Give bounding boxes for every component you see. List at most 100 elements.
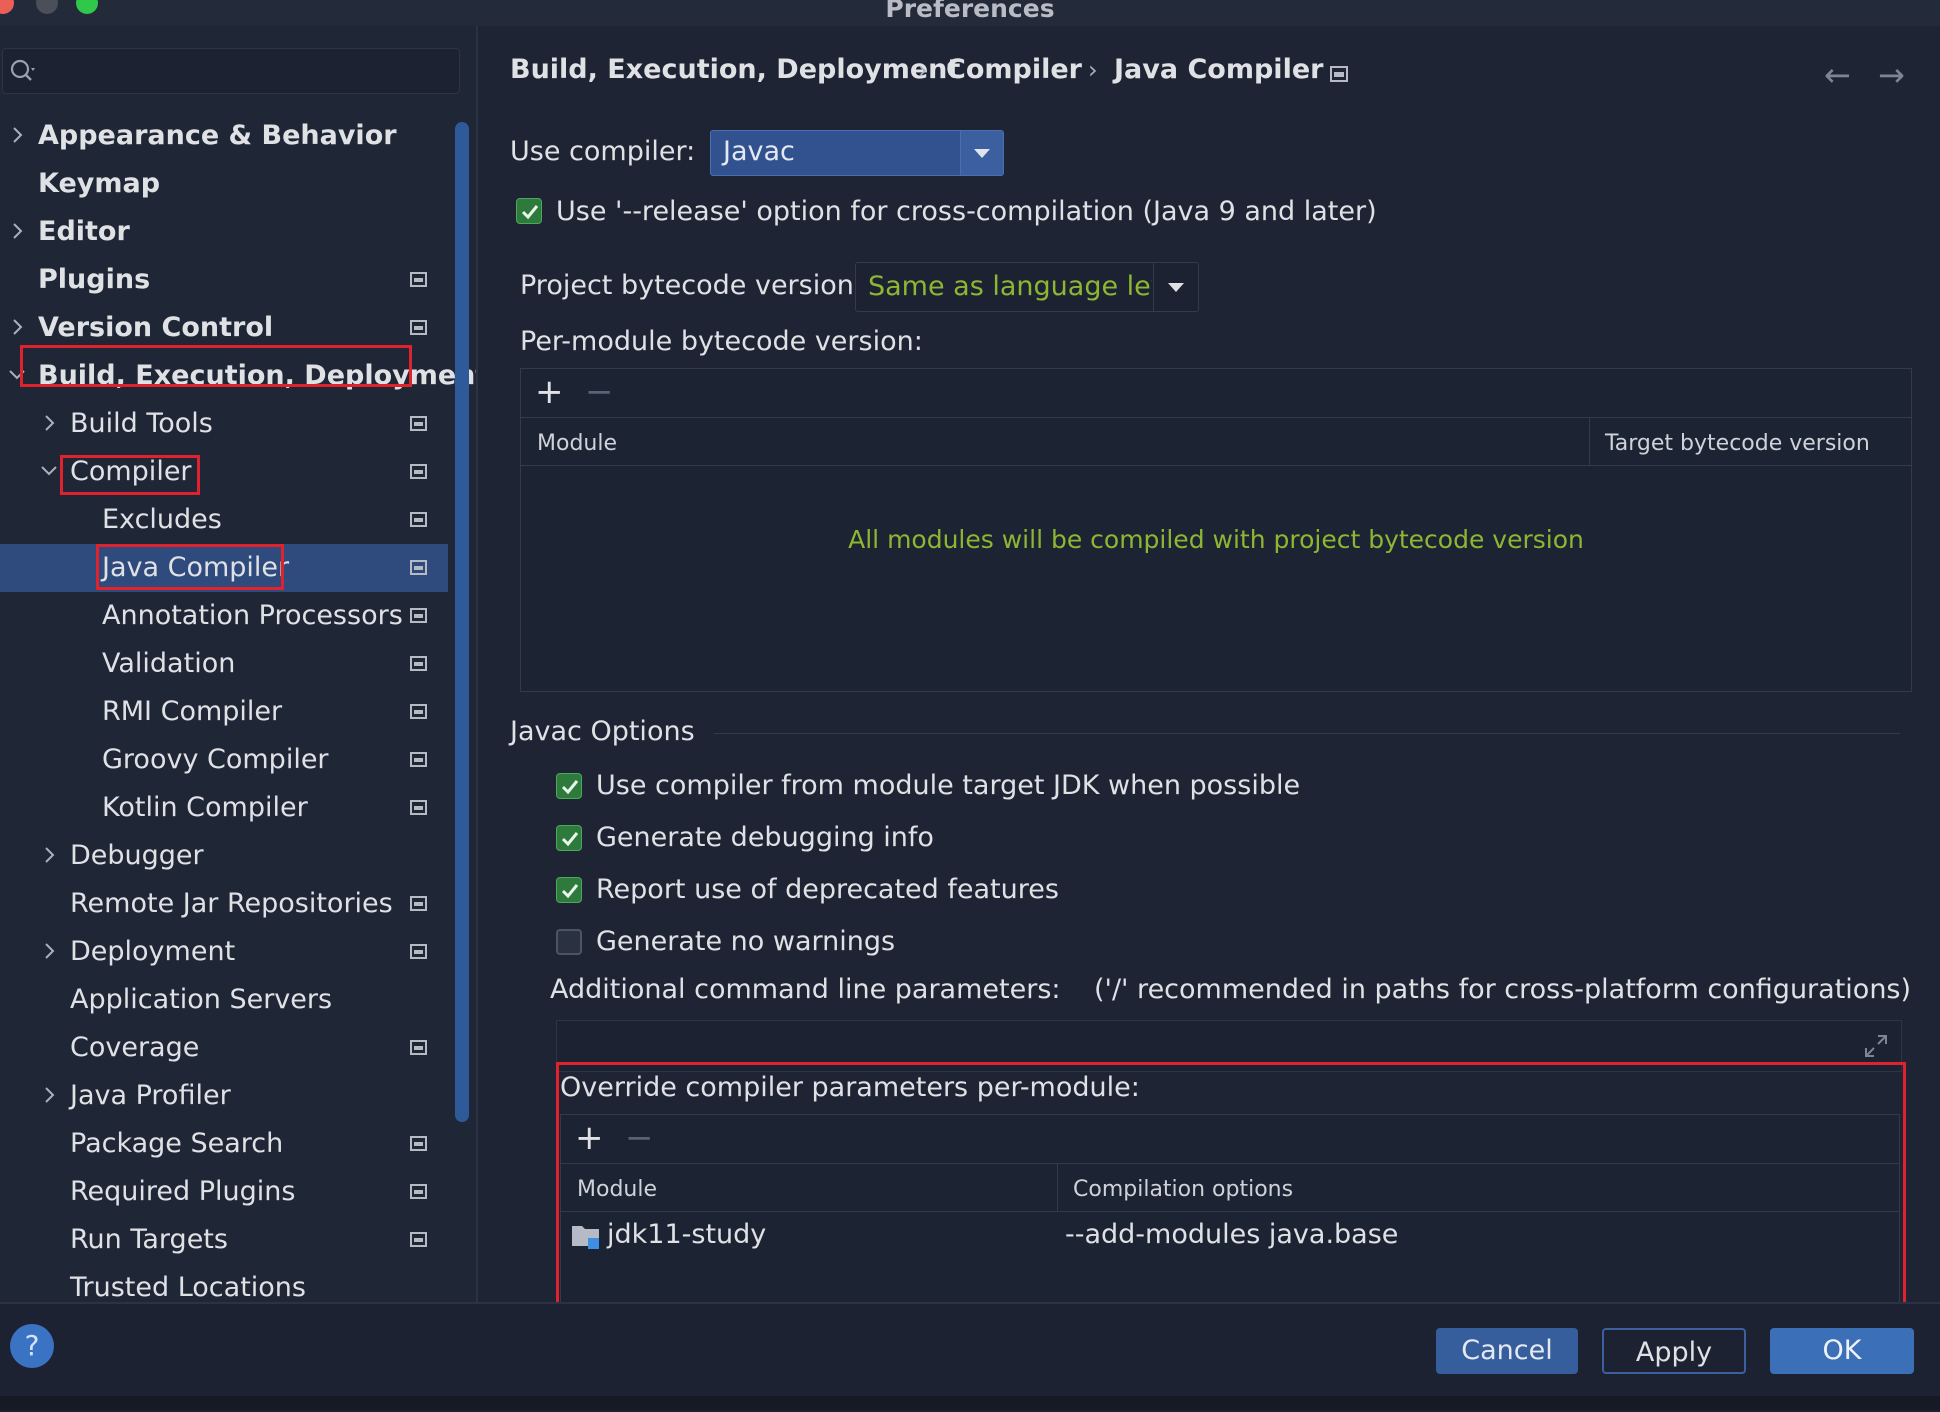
deprecated-features-checkbox[interactable] [556, 877, 582, 903]
arrow-left-icon[interactable]: ← [1824, 56, 1851, 94]
settings-search-input[interactable] [2, 48, 460, 94]
sidebar-item-remote-jar-repositories[interactable]: Remote Jar Repositories [0, 880, 448, 928]
sidebar-item-excludes[interactable]: Excludes [0, 496, 448, 544]
project-scope-icon [410, 656, 427, 671]
chevron-right-icon[interactable] [8, 222, 26, 240]
sidebar-item-label: Required Plugins [70, 1176, 296, 1207]
breadcrumb-separator: › [918, 56, 928, 84]
sidebar-item-package-search[interactable]: Package Search [0, 1120, 448, 1168]
sidebar-item-label: Run Targets [70, 1224, 228, 1255]
project-scope-icon [410, 896, 427, 911]
project-scope-icon [410, 512, 427, 527]
sidebar-item-label: Application Servers [70, 984, 333, 1015]
chevron-right-icon[interactable] [40, 846, 58, 864]
sidebar-item-label: Java Profiler [70, 1080, 231, 1111]
expand-icon[interactable] [1863, 1033, 1889, 1059]
sidebar-item-rmi-compiler[interactable]: RMI Compiler [0, 688, 448, 736]
sidebar-item-label: Plugins [38, 264, 151, 295]
project-scope-icon [410, 608, 427, 623]
sidebar-scrollbar[interactable] [455, 122, 469, 1122]
sidebar-item-groovy-compiler[interactable]: Groovy Compiler [0, 736, 448, 784]
project-scope-icon [410, 944, 427, 959]
check-icon [561, 780, 579, 795]
table-divider [521, 465, 1911, 466]
use-compiler-select[interactable]: Javac [710, 130, 1004, 176]
no-warnings-label: Generate no warnings [596, 926, 896, 957]
use-target-jdk-checkbox[interactable] [556, 773, 582, 799]
project-scope-icon [410, 560, 427, 575]
breadcrumb-item: Java Compiler [1114, 54, 1324, 85]
sidebar-item-label: RMI Compiler [102, 696, 283, 727]
window-title: Preferences [885, 0, 1055, 23]
chevron-right-icon[interactable] [40, 942, 58, 960]
sidebar-item-editor[interactable]: Editor [0, 208, 448, 256]
chevron-down-icon[interactable] [40, 462, 58, 480]
highlight-override-params [556, 1062, 1906, 1316]
sidebar-item-validation[interactable]: Validation [0, 640, 448, 688]
highlight-build-execution [20, 345, 412, 387]
sidebar-item-appearance-behavior[interactable]: Appearance & Behavior [0, 112, 448, 160]
arrow-right-icon[interactable]: → [1878, 56, 1905, 94]
sidebar-item-annotation-processors[interactable]: Annotation Processors [0, 592, 448, 640]
chevron-right-icon[interactable] [8, 318, 26, 336]
per-module-bytecode-table: + − Module Target bytecode version All m… [520, 368, 1912, 692]
sidebar-item-label: Coverage [70, 1032, 200, 1063]
project-scope-icon [410, 1136, 427, 1151]
sidebar-item-label: Appearance & Behavior [38, 120, 397, 151]
use-compiler-value: Javac [723, 136, 795, 167]
project-scope-icon [410, 752, 427, 767]
deprecated-features-label: Report use of deprecated features [596, 874, 1059, 905]
sidebar-item-label: Package Search [70, 1128, 284, 1159]
sidebar-item-debugger[interactable]: Debugger [0, 832, 448, 880]
settings-sidebar: Appearance & Behavior Keymap Editor Plugins… [0, 26, 478, 1302]
check-icon [521, 205, 539, 220]
sidebar-item-deployment[interactable]: Deployment [0, 928, 448, 976]
project-scope-icon [410, 464, 427, 479]
sidebar-item-label: Editor [38, 216, 130, 247]
column-divider [1589, 417, 1590, 465]
debugging-info-checkbox[interactable] [556, 825, 582, 851]
project-scope-icon [410, 1232, 427, 1247]
sidebar-item-coverage[interactable]: Coverage [0, 1024, 448, 1072]
chevron-right-icon[interactable] [8, 126, 26, 144]
sidebar-item-run-targets[interactable]: Run Targets [0, 1216, 448, 1264]
additional-params-hint: ('/' recommended in paths for cross-plat… [1094, 974, 1912, 1005]
column-header-module[interactable]: Module [537, 431, 617, 456]
highlight-java-compiler [96, 544, 284, 590]
sidebar-item-plugins[interactable]: Plugins [0, 256, 448, 304]
chevron-right-icon[interactable] [40, 1086, 58, 1104]
breadcrumb-item[interactable]: Compiler [946, 54, 1082, 85]
sidebar-item-required-plugins[interactable]: Required Plugins [0, 1168, 448, 1216]
check-icon [561, 832, 579, 847]
plus-icon[interactable]: + [535, 375, 564, 409]
breadcrumb-item[interactable]: Build, Execution, Deployment [510, 54, 960, 85]
sidebar-item-trusted-locations[interactable]: Trusted Locations [0, 1264, 448, 1302]
apply-button[interactable]: Apply [1602, 1328, 1746, 1374]
sidebar-item-label: Build Tools [70, 408, 213, 439]
chevron-right-icon[interactable] [40, 414, 58, 432]
help-button[interactable]: ? [10, 1324, 54, 1368]
cancel-button[interactable]: Cancel [1436, 1328, 1578, 1374]
project-scope-icon [410, 1040, 427, 1055]
minus-icon: − [585, 372, 614, 412]
release-option-checkbox[interactable] [516, 198, 542, 224]
project-scope-icon [410, 1184, 427, 1199]
sidebar-item-label: Deployment [70, 936, 236, 967]
project-scope-icon [410, 320, 427, 335]
sidebar-item-keymap[interactable]: Keymap [0, 160, 448, 208]
section-separator [714, 733, 1900, 734]
ok-button[interactable]: OK [1770, 1328, 1914, 1374]
bytecode-version-select[interactable]: Same as language level [855, 262, 1199, 312]
sidebar-item-label: Debugger [70, 840, 204, 871]
sidebar-item-kotlin-compiler[interactable]: Kotlin Compiler [0, 784, 448, 832]
sidebar-item-label: Validation [102, 648, 236, 679]
column-header-target-bytecode[interactable]: Target bytecode version [1605, 431, 1870, 456]
bytecode-version-label: Project bytecode version: [520, 270, 863, 301]
sidebar-item-label: Excludes [102, 504, 222, 535]
breadcrumb-separator: › [1088, 56, 1098, 84]
sidebar-item-java-profiler[interactable]: Java Profiler [0, 1072, 448, 1120]
empty-table-message: All modules will be compiled with projec… [848, 525, 1584, 554]
no-warnings-checkbox[interactable] [556, 929, 582, 955]
sidebar-item-build-tools[interactable]: Build Tools [0, 400, 448, 448]
sidebar-item-application-servers[interactable]: Application Servers [0, 976, 448, 1024]
